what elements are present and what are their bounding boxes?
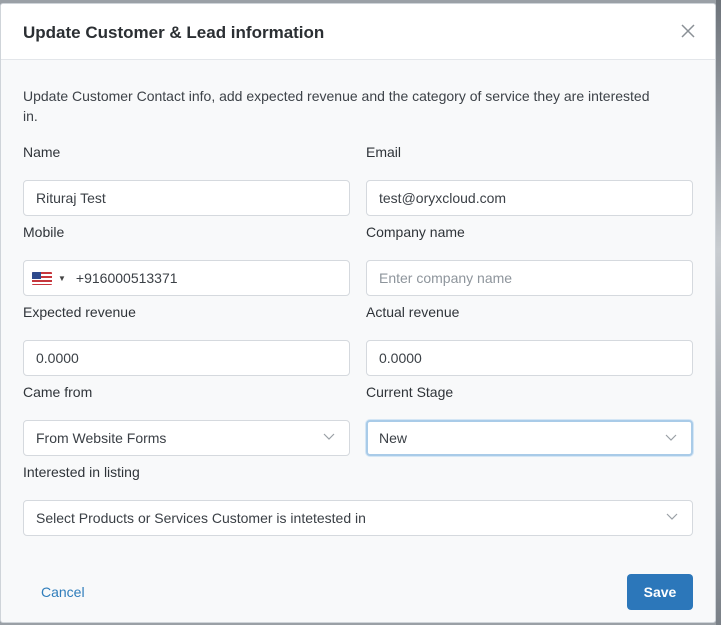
actual-revenue-value: 0.0000	[379, 350, 422, 366]
expected-revenue-field-group: Expected revenue 0.0000	[23, 304, 350, 376]
company-name-input[interactable]: Enter company name	[366, 260, 693, 296]
mobile-value: +916000513371	[75, 270, 178, 286]
name-label: Name	[23, 144, 61, 160]
update-customer-modal: Update Customer & Lead information Updat…	[0, 3, 716, 623]
mobile-input[interactable]: ▼ +916000513371	[23, 260, 350, 296]
company-field-group: Company name Enter company name	[366, 224, 693, 296]
current-stage-field-group: Current Stage New	[366, 384, 693, 456]
email-input[interactable]: test@oryxcloud.com	[366, 180, 693, 216]
came-from-select[interactable]: From Website Forms	[23, 420, 350, 456]
chevron-down-icon[interactable]	[666, 513, 678, 521]
caret-down-icon[interactable]: ▼	[58, 274, 66, 283]
cancel-button[interactable]: Cancel	[41, 584, 85, 600]
name-input[interactable]: Rituraj Test	[23, 180, 350, 216]
email-field-group: Email test@oryxcloud.com	[366, 144, 693, 216]
company-placeholder: Enter company name	[379, 270, 513, 286]
current-stage-label: Current Stage	[366, 384, 454, 400]
name-field-group: Name Rituraj Test	[23, 144, 350, 216]
mobile-field-group: Mobile ▼ +916000513371	[23, 224, 350, 296]
actual-revenue-label: Actual revenue	[366, 304, 460, 320]
expected-revenue-input[interactable]: 0.0000	[23, 340, 350, 376]
modal-description: Update Customer Contact info, add expect…	[23, 88, 650, 124]
came-from-label: Came from	[23, 384, 93, 400]
close-icon[interactable]	[679, 22, 697, 40]
interested-listing-label: Interested in listing	[23, 464, 140, 480]
interested-listing-select[interactable]: Select Products or Services Customer is …	[23, 500, 693, 536]
save-button[interactable]: Save	[627, 574, 693, 610]
name-value: Rituraj Test	[36, 190, 106, 206]
interested-listing-placeholder: Select Products or Services Customer is …	[36, 510, 366, 526]
modal-header: Update Customer & Lead information	[1, 4, 715, 60]
actual-revenue-input[interactable]: 0.0000	[366, 340, 693, 376]
background-edge	[716, 0, 721, 625]
company-label: Company name	[366, 224, 465, 240]
came-from-field-group: Came from From Website Forms	[23, 384, 350, 456]
modal-title: Update Customer & Lead information	[23, 23, 325, 42]
chevron-down-icon[interactable]	[665, 434, 677, 442]
current-stage-select[interactable]: New	[366, 420, 693, 456]
email-label: Email	[366, 144, 402, 160]
interested-listing-field-group: Interested in listing Select Products or…	[23, 464, 693, 536]
actual-revenue-field-group: Actual revenue 0.0000	[366, 304, 693, 376]
came-from-value: From Website Forms	[36, 430, 167, 446]
mobile-label: Mobile	[23, 224, 65, 240]
expected-revenue-value: 0.0000	[36, 350, 79, 366]
expected-revenue-label: Expected revenue	[23, 304, 136, 320]
us-flag-icon[interactable]	[32, 271, 52, 285]
email-value: test@oryxcloud.com	[379, 190, 507, 206]
current-stage-value: New	[379, 430, 408, 446]
chevron-down-icon[interactable]	[323, 433, 335, 441]
